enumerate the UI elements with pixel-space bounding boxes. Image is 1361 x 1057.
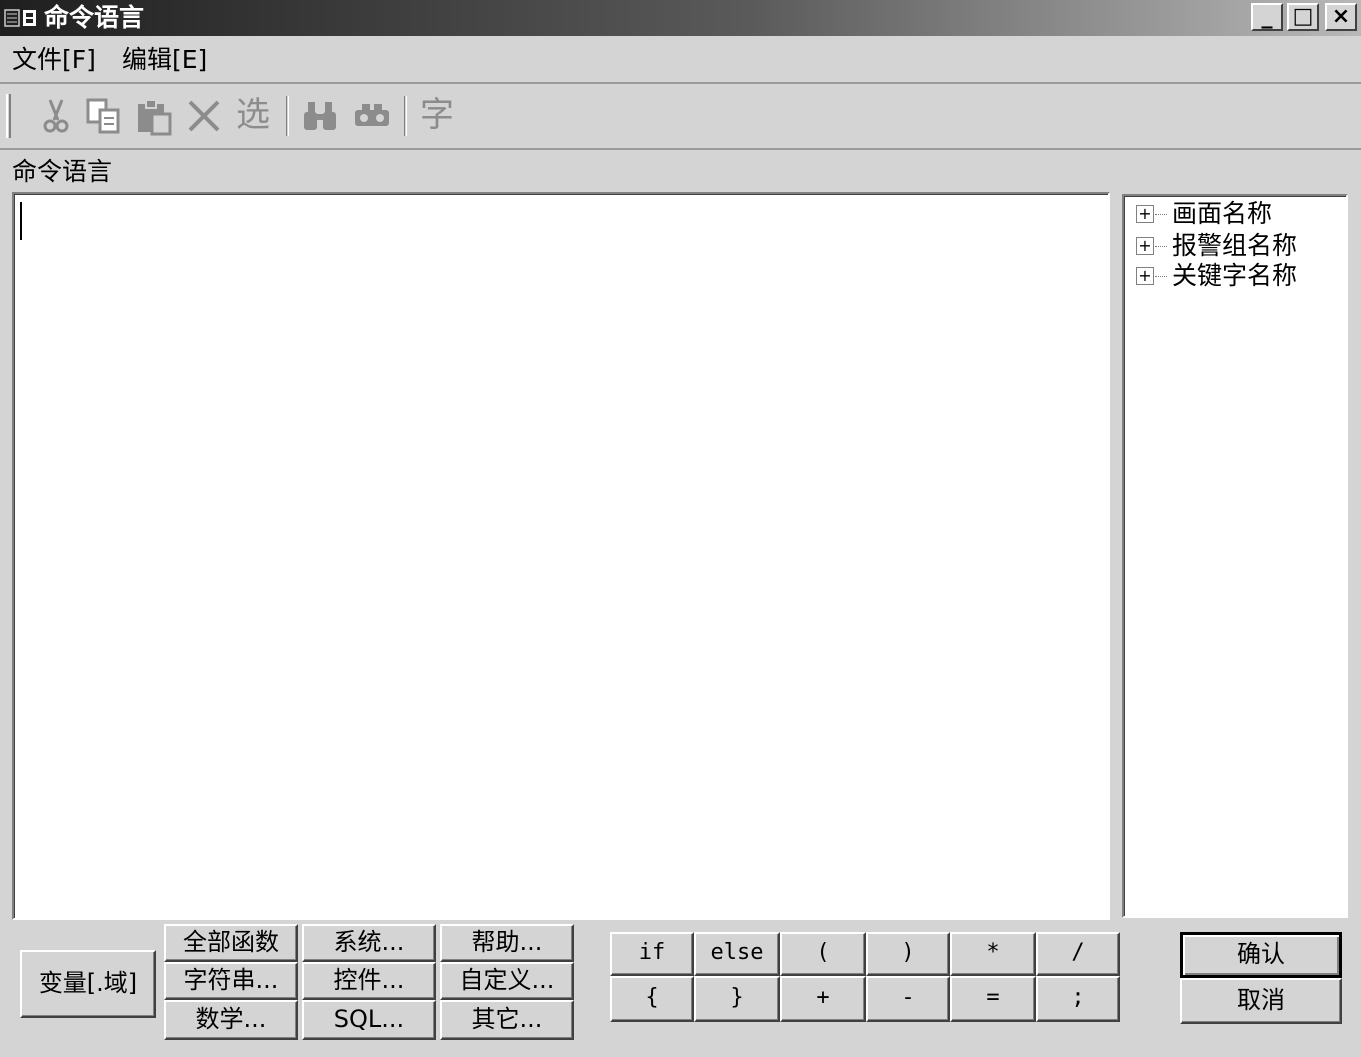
expand-icon[interactable]: + <box>1136 205 1154 223</box>
font-icon[interactable]: 字 <box>420 94 454 136</box>
string-button[interactable]: 字符串... <box>164 962 298 1000</box>
semicolon-button[interactable]: ; <box>1036 976 1120 1022</box>
tree-node-label[interactable]: 关键字名称 <box>1172 260 1297 292</box>
expand-icon[interactable]: + <box>1136 267 1154 285</box>
toolbar-separator <box>286 96 289 136</box>
confirm-button[interactable]: 确认 <box>1180 932 1342 978</box>
open-paren-button[interactable]: ( <box>780 932 866 976</box>
menu-file[interactable]: 文件[F] <box>12 44 96 76</box>
tree-node-label[interactable]: 画面名称 <box>1172 198 1272 230</box>
toolbar-grip <box>6 94 11 138</box>
sql-button[interactable]: SQL... <box>302 1000 436 1040</box>
maximize-button[interactable]: □ <box>1287 3 1319 31</box>
if-button[interactable]: if <box>610 932 694 976</box>
menu-edit[interactable]: 编辑[E] <box>122 44 207 76</box>
delete-icon[interactable] <box>184 96 224 136</box>
plus-button[interactable]: + <box>780 976 866 1022</box>
tree-connector <box>1155 276 1167 277</box>
tree-connector <box>1155 214 1167 215</box>
close-paren-button[interactable]: ) <box>866 932 950 976</box>
menu-bar: 文件[F] 编辑[E] <box>0 38 1361 84</box>
toolbar: 选 字 <box>0 86 1361 150</box>
equals-button[interactable]: = <box>950 976 1036 1022</box>
text-caret <box>20 202 22 240</box>
window-title: 命令语言 <box>44 3 145 32</box>
app-icon <box>4 9 36 27</box>
title-bar: 命令语言 _ □ × <box>0 0 1361 36</box>
divide-button[interactable]: / <box>1036 932 1120 976</box>
close-button[interactable]: × <box>1325 3 1357 31</box>
minus-button[interactable]: - <box>866 976 950 1022</box>
close-brace-button[interactable]: } <box>694 976 780 1022</box>
editor-label: 命令语言 <box>12 157 113 186</box>
help-button[interactable]: 帮助... <box>440 924 574 962</box>
replace-icon[interactable] <box>352 96 392 136</box>
name-tree[interactable]: + 画面名称 + 报警组名称 + 关键字名称 <box>1122 194 1348 918</box>
command-editor[interactable] <box>12 192 1110 920</box>
variable-field-button[interactable]: 变量[.域] <box>20 950 156 1018</box>
open-brace-button[interactable]: { <box>610 976 694 1022</box>
paste-icon[interactable] <box>134 96 174 136</box>
toolbar-separator <box>404 96 407 136</box>
select-icon[interactable]: 选 <box>236 94 270 136</box>
copy-icon[interactable] <box>84 96 124 136</box>
all-functions-button[interactable]: 全部函数 <box>164 924 298 962</box>
expand-icon[interactable]: + <box>1136 237 1154 255</box>
system-button[interactable]: 系统... <box>302 924 436 962</box>
tree-connector <box>1155 246 1167 247</box>
find-icon[interactable] <box>300 96 340 136</box>
control-button[interactable]: 控件... <box>302 962 436 1000</box>
else-button[interactable]: else <box>694 932 780 976</box>
tree-node-label[interactable]: 报警组名称 <box>1172 230 1297 262</box>
minimize-button[interactable]: _ <box>1251 3 1283 31</box>
cancel-button[interactable]: 取消 <box>1180 978 1342 1024</box>
multiply-button[interactable]: * <box>950 932 1036 976</box>
other-button[interactable]: 其它... <box>440 1000 574 1040</box>
custom-button[interactable]: 自定义... <box>440 962 574 1000</box>
math-button[interactable]: 数学... <box>164 1000 298 1040</box>
cut-icon[interactable] <box>36 96 76 136</box>
